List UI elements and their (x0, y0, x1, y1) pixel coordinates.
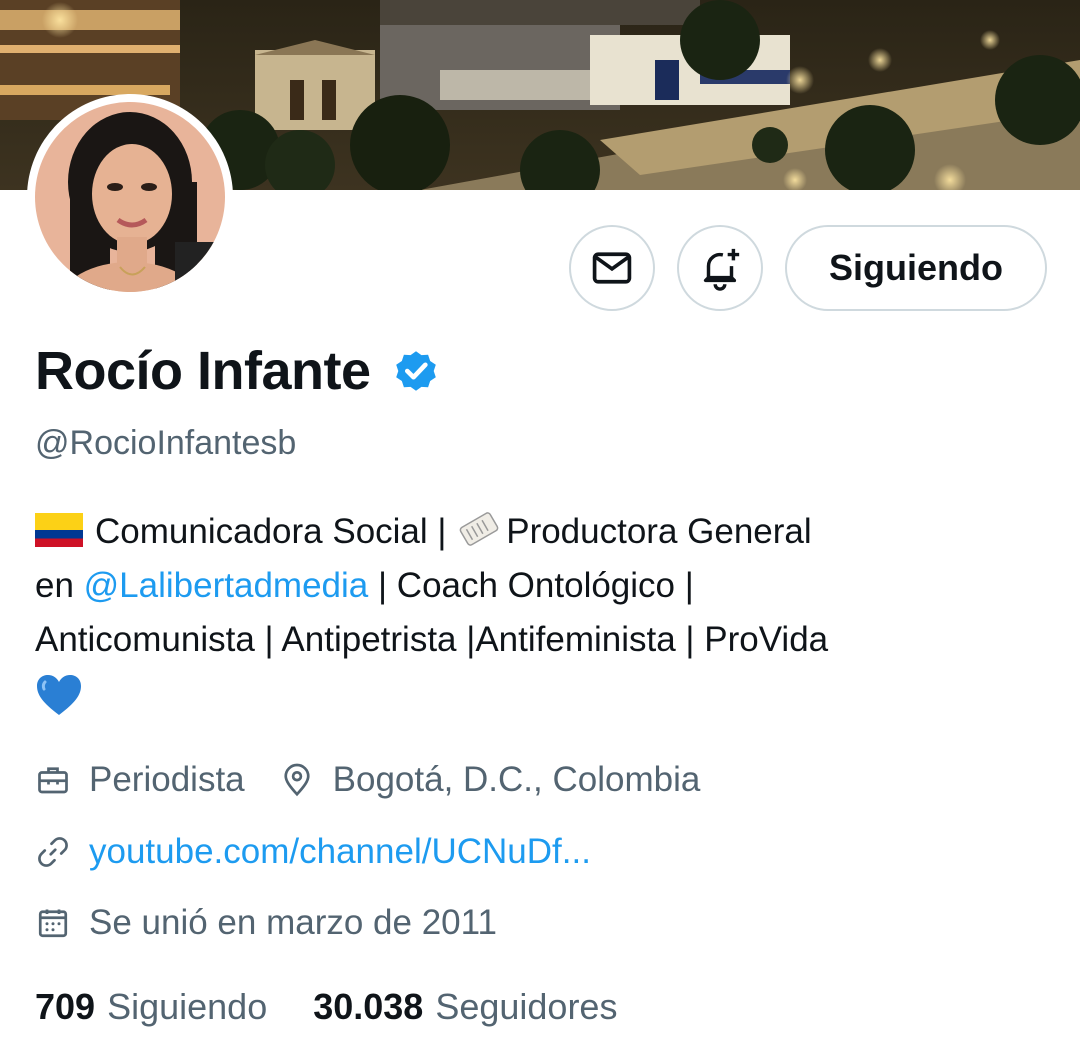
notifications-button[interactable] (677, 225, 763, 311)
bio-text: en (35, 566, 84, 605)
blue-heart-icon (37, 675, 81, 715)
bio-text: Productora General (506, 512, 812, 551)
followers-stat[interactable]: 30.038 Seguidores (313, 986, 617, 1028)
profile-bio: Comunicadora Social | Productora General… (35, 505, 1045, 717)
profile-avatar[interactable] (27, 94, 233, 300)
bio-line-1: Comunicadora Social | Productora General (35, 505, 1045, 559)
bio-text: Comunicadora Social | (95, 512, 457, 551)
following-count: 709 (35, 986, 96, 1027)
occupation-text: Periodista (89, 760, 245, 799)
verified-badge-icon[interactable] (391, 346, 441, 396)
bio-line-2: en @Lalibertadmedia | Coach Ontológico | (35, 559, 1045, 613)
follow-stats: 709 Siguiendo 30.038 Seguidores (35, 986, 617, 1028)
bio-text: | Coach Ontológico | (368, 566, 694, 605)
following-label: Siguiendo (107, 986, 268, 1027)
colombia-flag-icon (35, 513, 83, 547)
rolled-newspaper-icon (459, 512, 499, 546)
location-text: Bogotá, D.C., Colombia (332, 760, 701, 799)
profile-meta-row: Periodista Bogotá, D.C., Colombia (35, 760, 700, 800)
bio-line-3: Anticomunista | Antipetrista |Antifemini… (35, 620, 829, 659)
website-link[interactable]: youtube.com/channel/UCNuDf... (89, 832, 591, 872)
joined-date-text: Se unió en marzo de 2011 (89, 903, 497, 942)
profile-name-row: Rocío Infante (35, 340, 441, 402)
display-name: Rocío Infante (35, 341, 371, 401)
calendar-icon (38, 909, 68, 938)
envelope-icon (592, 252, 632, 284)
profile-joined-row: Se unió en marzo de 2011 (35, 903, 497, 943)
bell-plus-icon (703, 248, 740, 291)
bio-mention-link[interactable]: @Lalibertadmedia (84, 566, 369, 605)
profile-actions: Siguiendo (569, 225, 1047, 311)
followers-label: Seguidores (435, 986, 618, 1027)
following-button[interactable]: Siguiendo (785, 225, 1047, 311)
avatar-photo (35, 102, 225, 292)
following-stat[interactable]: 709 Siguiendo (35, 986, 267, 1028)
map-pin-icon (284, 763, 310, 797)
link-icon (38, 837, 68, 867)
briefcase-icon (38, 767, 68, 794)
message-button[interactable] (569, 225, 655, 311)
username-handle: @RocioInfantesb (35, 424, 297, 462)
followers-count: 30.038 (313, 986, 424, 1027)
profile-website-row: youtube.com/channel/UCNuDf... (35, 832, 591, 872)
